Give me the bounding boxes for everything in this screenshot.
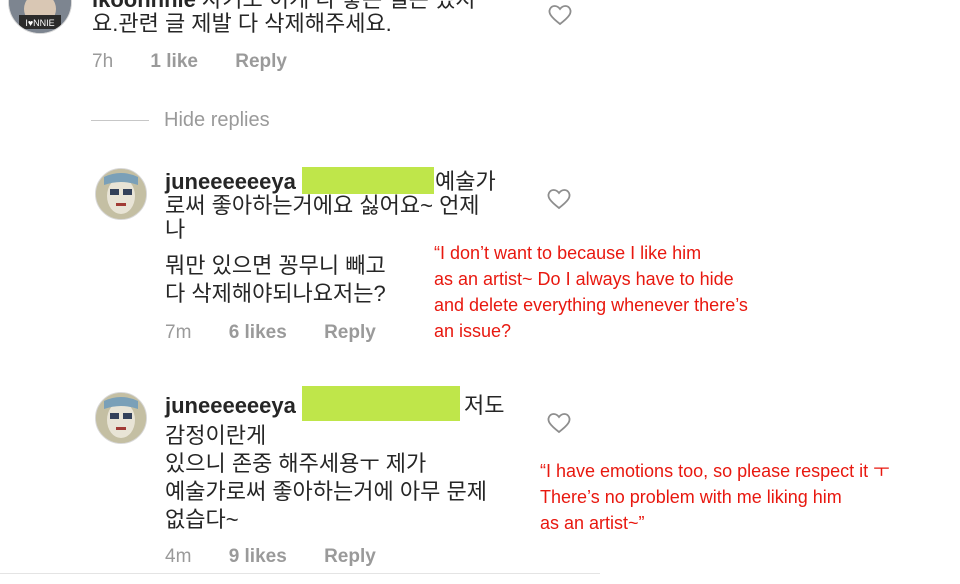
comment-top-meta: 7h 1 like Reply	[92, 51, 287, 73]
svg-text:I♥NNIE: I♥NNIE	[25, 18, 54, 28]
avatar[interactable]	[95, 392, 147, 444]
reply-username[interactable]: juneeeeeeya	[165, 393, 296, 418]
heart-outline-icon[interactable]	[547, 3, 573, 27]
reply-time: 7m	[165, 322, 192, 343]
hide-replies-line	[91, 120, 149, 121]
avatar-image	[96, 169, 146, 219]
translation-line: There’s no problem with me liking him	[540, 487, 842, 507]
reply-time: 4m	[165, 546, 192, 567]
reply-2-line3: 있으니 존중 해주세용ㅜ 제가	[165, 451, 427, 476]
reply-username[interactable]: juneeeeeeya	[165, 169, 296, 194]
translation-line: “I don’t want to because I like him	[434, 243, 702, 263]
reply-1-line5: 다 삭제해야되나요저는?	[165, 281, 386, 306]
heart-outline-icon[interactable]	[546, 411, 572, 435]
reply-likes[interactable]: 9 likes	[229, 546, 287, 567]
avatar-image: I♥NNIE	[9, 0, 71, 33]
reply-1-line2: 로써 좋아하는거에요 싫어요~ 언제	[165, 193, 480, 218]
heart-outline-icon[interactable]	[546, 187, 572, 211]
reply-1-line4: 뭐만 있으면 꽁무니 빼고	[165, 253, 386, 278]
translation-annotation: “I have emotions too, so please respect …	[540, 458, 890, 536]
reply-button[interactable]: Reply	[235, 51, 287, 72]
reply-1-line1: juneeeeeeya 예술가	[165, 170, 545, 194]
reply-text: 예술가	[435, 169, 496, 194]
reply-button[interactable]: Reply	[324, 546, 376, 567]
reply-2-line1: juneeeeeeya 저도	[165, 394, 545, 418]
hide-replies-button[interactable]: Hide replies	[164, 109, 270, 132]
reply-2-line5: 없습다~	[165, 507, 239, 532]
translation-line: “I have emotions too, so please respect …	[540, 461, 890, 481]
reply-2-line2: 감정이란게	[165, 423, 267, 448]
translation-line: as an artist~ Do I always have to hide	[434, 269, 734, 289]
divider	[0, 573, 600, 574]
reply-likes[interactable]: 6 likes	[229, 322, 287, 343]
avatar[interactable]: I♥NNIE	[8, 0, 72, 34]
translation-line: and delete everything whenever there’s	[434, 295, 748, 315]
reply-1-line3: 나	[165, 217, 186, 242]
comment-time: 7h	[92, 51, 114, 72]
translation-annotation: “I don’t want to because I like him as a…	[434, 240, 748, 344]
reply-2-meta: 4m 9 likes Reply	[165, 546, 376, 568]
reply-1-meta: 7m 6 likes Reply	[165, 322, 376, 344]
translation-line: as an artist~”	[540, 513, 645, 533]
avatar[interactable]	[95, 168, 147, 220]
reply-button[interactable]: Reply	[324, 322, 376, 343]
comment-likes[interactable]: 1 like	[150, 51, 198, 72]
reply-text: 저도	[464, 393, 505, 418]
comment-top-line2: 요.관련 글 제발 다 삭제해주세요.	[92, 11, 392, 36]
avatar-image	[96, 393, 146, 443]
reply-2-line4: 예술가로써 좋아하는거에 아무 문제	[165, 479, 487, 504]
translation-line: an issue?	[434, 321, 512, 341]
